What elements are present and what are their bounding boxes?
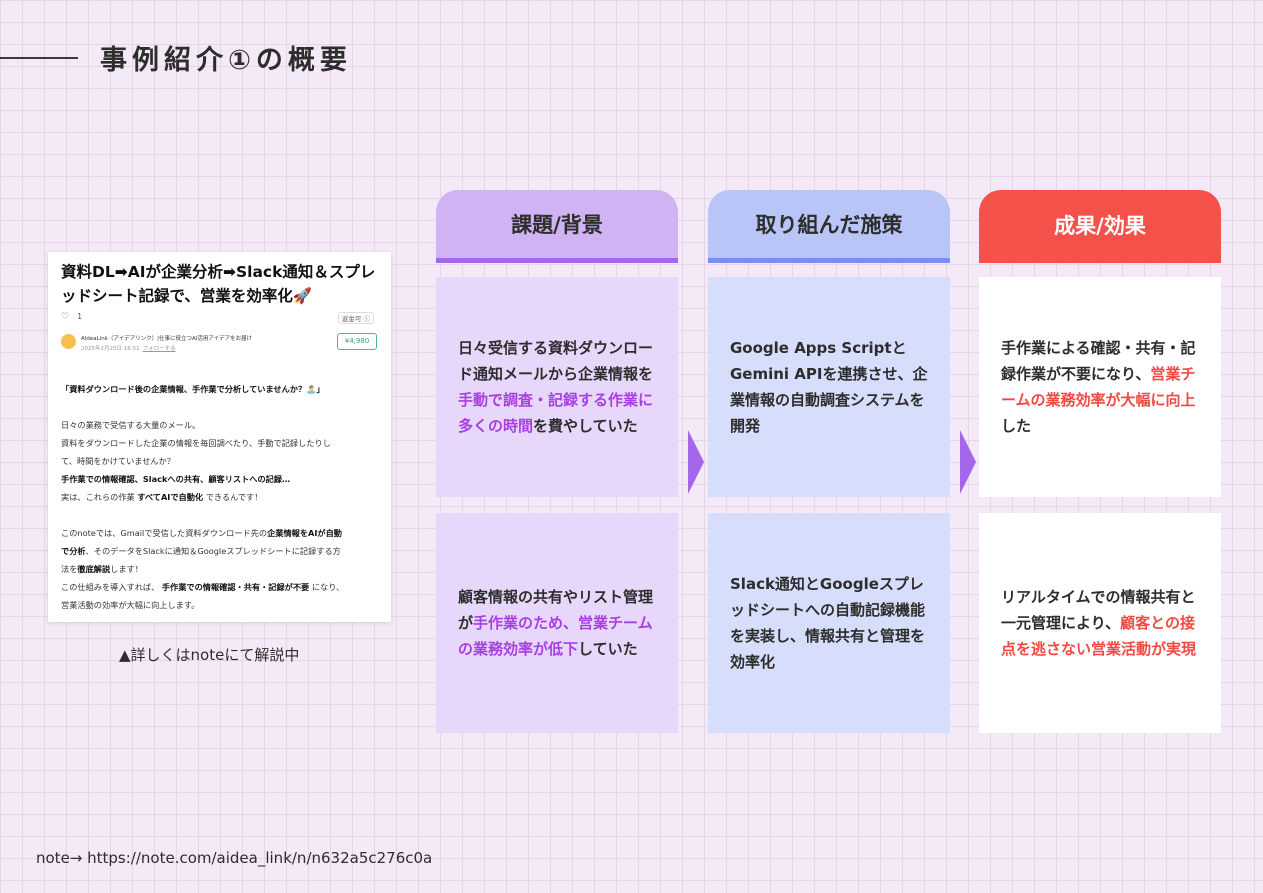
measure-header: 取り組んだ施策 — [708, 190, 950, 263]
note-line: 実は、これらの作業 すべてAIで自動化 できるんです！ — [61, 492, 263, 502]
result-header: 成果/効果 — [979, 190, 1221, 263]
note-line: 法を徹底解説します！ — [61, 564, 143, 574]
note-lead: 「資料ダウンロード後の企業情報、手作業で分析していませんか？🏝️」 — [61, 384, 325, 394]
result-cell-1: 手作業による確認・共有・記録作業が不要になり、営業チームの業務効率が大幅に向上し… — [979, 277, 1221, 497]
note-line: 手作業での情報確認、Slackへの共有、顧客リストへの記録… — [61, 474, 291, 484]
measure-cell-1: Google Apps ScriptとGemini APIを連携させ、企業情報の… — [708, 277, 950, 497]
issue-cell-2: 顧客情報の共有やリスト管理が手作業のため、営業チームの業務効率が低下していた — [436, 513, 678, 733]
note-line: この仕組みを導入すれば、 手作業での情報確認・共有・記録が不要 になり、 — [61, 582, 345, 592]
price-button[interactable]: ¥4,980 — [337, 333, 377, 350]
follow-link[interactable]: フォローする — [143, 346, 176, 352]
measure-cell-2: Slack通知とGoogleスプレッドシートへの自動記録機能を実装し、情報共有と… — [708, 513, 950, 733]
like-count: 1 — [77, 312, 83, 321]
note-line: 資料をダウンロードした企業の情報を毎回調べたり、手動で記録したりし — [61, 438, 331, 448]
heart-icon[interactable]: ♡ — [61, 312, 69, 322]
arrow-right-icon — [688, 430, 704, 494]
note-line: で分析、そのデータをSlackに通知＆Googleスプレッドシートに記録する方 — [61, 546, 341, 556]
refund-badge: 返金可 ⓘ — [337, 312, 374, 324]
note-title[interactable]: 資料DL➡AIが企業分析➡Slack通知＆スプレッドシート記録で、営業を効率化🚀 — [61, 260, 381, 308]
issue-cell-1: 日々受信する資料ダウンロード通知メールから企業情報を手動で調査・記録する作業に多… — [436, 277, 678, 497]
author-name[interactable]: AIdeaLink（アイデアリンク）|仕事に役立つAI活用アイデアをお届け — [81, 334, 252, 342]
like-row: ♡ 1 — [61, 312, 82, 322]
avatar[interactable] — [61, 334, 76, 349]
note-article-card[interactable]: 資料DL➡AIが企業分析➡Slack通知＆スプレッドシート記録で、営業を効率化🚀… — [48, 252, 391, 622]
title-divider — [0, 57, 78, 59]
note-url-link[interactable]: note→ https://note.com/aidea_link/n/n632… — [36, 849, 432, 867]
note-line: 日々の業務で受信する大量のメール。 — [61, 420, 201, 430]
note-line: 営業活動の効率が大幅に向上します。 — [61, 600, 200, 610]
note-caption: ▲詳しくはnoteにて解説中 — [119, 646, 300, 664]
page-title: 事例紹介①の概要 — [100, 45, 352, 76]
note-body: 「資料ダウンロード後の企業情報、手作業で分析していませんか？🏝️」 日々の業務で… — [61, 380, 381, 614]
note-line: て、時間をかけていませんか？ — [61, 456, 175, 466]
result-cell-2: リアルタイムでの情報共有と一元管理により、顧客との接点を逃さない営業活動が実現 — [979, 513, 1221, 733]
note-line: このnoteでは、Gmailで受信した資料ダウンロード先の企業情報をAIが自動 — [61, 528, 342, 538]
post-date: 2025年2月25日 16:51 — [81, 346, 140, 352]
author-meta: 2025年2月25日 16:51 フォローする — [81, 344, 176, 352]
arrow-right-icon — [960, 430, 976, 494]
issue-header: 課題/背景 — [436, 190, 678, 263]
